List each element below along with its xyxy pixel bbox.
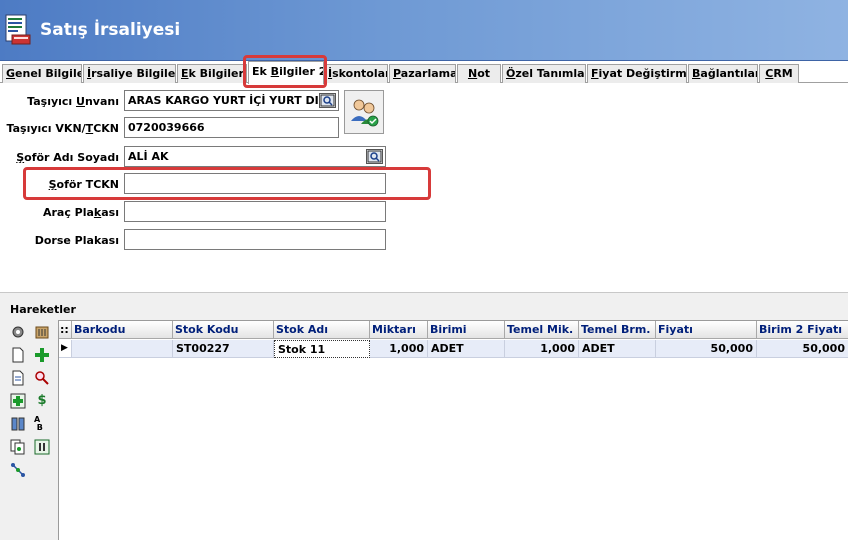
tab-label-post: skontolar <box>332 67 388 80</box>
tab-label-key: G <box>6 67 16 80</box>
split-icon[interactable] <box>10 462 26 478</box>
col-header-barkodu[interactable]: Barkodu <box>72 321 173 339</box>
driver-lookup-icon[interactable] <box>366 149 383 164</box>
panel-splitter[interactable] <box>0 292 848 300</box>
new-document-icon[interactable] <box>10 347 26 363</box>
dollar-icon[interactable]: $ <box>34 393 50 409</box>
tab-label-key: B <box>270 65 280 78</box>
copy-icon[interactable] <box>10 439 26 455</box>
label-key: Ş <box>16 151 25 164</box>
col-header-birimi[interactable]: Birimi <box>428 321 505 339</box>
invoice-app-icon <box>4 14 32 46</box>
driver-name-label: Şoför Adı Soyadı <box>16 151 119 164</box>
cell-temel-mik[interactable]: 1,000 <box>505 340 579 358</box>
label-post: oför TCKN <box>56 178 119 191</box>
tab-fiyat-degistirme[interactable]: Fiyat Değiştirme <box>587 64 687 83</box>
tab-label-post: rsaliye Bilgileri <box>91 67 176 80</box>
cell-temel-brm[interactable]: ADET <box>579 340 656 358</box>
label-post: ası <box>101 206 119 219</box>
edit-document-icon[interactable] <box>10 370 26 386</box>
carrier-vkn-field[interactable]: 0720039666 <box>124 117 339 138</box>
carrier-title-field[interactable]: ARAS KARGO YURT İÇİ YURT DIŞI <box>124 90 339 111</box>
tab-iskontolar[interactable]: İskontolar <box>324 64 388 83</box>
search-zoom-icon[interactable] <box>34 370 50 386</box>
cell-miktari[interactable]: 1,000 <box>370 340 428 358</box>
tab-label-post: k Bilgiler 1 <box>188 67 246 80</box>
col-header-stok-adi[interactable]: Stok Adı <box>274 321 370 339</box>
cell-stok-adi[interactable]: Stok 11 <box>274 340 370 358</box>
movements-grid[interactable]: :: Barkodu Stok Kodu Stok Adı Miktarı Bi… <box>58 320 848 540</box>
carrier-title-label: Taşıyıcı Unvanı <box>27 95 119 108</box>
vehicle-plate-label: Araç Plakası <box>43 206 119 219</box>
add-plus-icon[interactable] <box>34 347 50 363</box>
carrier-users-button[interactable] <box>344 90 384 134</box>
cell-barkodu[interactable] <box>72 340 173 358</box>
tab-label-post: azarlama <box>400 67 456 80</box>
tab-ozel-tanimlar[interactable]: Özel Tanımlar <box>502 64 586 83</box>
tab-label-post: enel Bilgiler <box>15 67 81 80</box>
driver-name-field[interactable]: ALİ AK <box>124 146 386 167</box>
row-indicator[interactable]: ▶ <box>59 340 72 358</box>
vehicle-plate-field[interactable] <box>124 201 386 222</box>
label-pre: Taşıyıcı <box>27 95 77 108</box>
label-post: CKN <box>93 122 119 135</box>
label-pre: Taşıyıcı VKN/ <box>6 122 86 135</box>
col-header-temel-mik[interactable]: Temel Mik. <box>505 321 579 339</box>
tab-label-post: iyat Değiştirme <box>598 67 687 80</box>
trailer-plate-label: Dorse Plakası <box>35 234 119 247</box>
tab-label-post: RM <box>773 67 793 80</box>
movements-title: Hareketler <box>10 303 76 316</box>
tab-label-post: ilgiler 2 <box>279 65 324 78</box>
col-header-miktari[interactable]: Miktarı <box>370 321 428 339</box>
col-header-birim-2-fiyati[interactable]: Birim 2 Fiyatı <box>757 321 848 339</box>
col-header-stok-kodu[interactable]: Stok Kodu <box>173 321 274 339</box>
label-post: nvanı <box>84 95 119 108</box>
tab-label-key: P <box>393 67 401 80</box>
tab-label-key: E <box>181 67 189 80</box>
tab-irsaliye-bilgileri[interactable]: İrsaliye Bilgileri <box>83 64 176 83</box>
label-key: U <box>76 95 85 108</box>
carrier-vkn-label: Taşıyıcı VKN/TCKN <box>7 122 119 135</box>
label-key: Ş <box>48 178 57 191</box>
tab-label-post: zel Tanımlar <box>515 67 586 80</box>
driver-tckn-field[interactable] <box>124 173 386 194</box>
tab-ek-bilgiler-2[interactable]: Ek Bilgiler 2 <box>248 61 324 84</box>
window-title: Satış İrsaliyesi <box>40 20 181 40</box>
users-icon <box>351 99 379 127</box>
tab-label-key: F <box>591 67 599 80</box>
pause-icon[interactable] <box>34 439 50 455</box>
columns-icon[interactable] <box>10 416 26 432</box>
tab-not[interactable]: Not <box>457 64 501 83</box>
tab-label-post: ot <box>477 67 491 80</box>
barcode-box-icon[interactable] <box>34 324 50 340</box>
driver-tckn-label: Şoför TCKN <box>49 178 119 191</box>
cell-birimi[interactable]: ADET <box>428 340 505 358</box>
tab-label-pre: Ek <box>252 65 271 78</box>
tab-genel-bilgiler[interactable]: Genel Bilgiler <box>2 64 82 83</box>
tab-strip: Genel Bilgiler İrsaliye Bilgileri Ek Bil… <box>0 61 848 84</box>
grid-corner[interactable]: :: <box>59 321 72 339</box>
spellcheck-icon[interactable]: A B <box>34 416 50 432</box>
col-header-temel-brm[interactable]: Temel Brm. <box>579 321 656 339</box>
tab-label-key: N <box>467 67 478 80</box>
label-post: oför Adı Soyadı <box>24 151 119 164</box>
cell-fiyati[interactable]: 50,000 <box>656 340 757 358</box>
cell-birim-2-fiyati[interactable]: 50,000 <box>757 340 848 358</box>
settings-gear-icon[interactable] <box>10 324 26 340</box>
add-green-icon[interactable] <box>10 393 26 409</box>
col-header-fiyati[interactable]: Fiyatı <box>656 321 757 339</box>
tab-crm[interactable]: CRM <box>759 64 799 83</box>
label-pre: Araç Pla <box>42 206 94 219</box>
label-pre: Dorse Plakası <box>34 234 119 247</box>
tab-baglantilar[interactable]: Bağlantılar <box>688 64 758 83</box>
tab-label-key: Ö <box>506 67 516 80</box>
carrier-lookup-icon[interactable] <box>319 93 336 108</box>
tab-label-post: ağlantılar <box>700 67 758 80</box>
tab-ek-bilgiler-1[interactable]: Ek Bilgiler 1 <box>177 64 247 83</box>
tab-pazarlama[interactable]: Pazarlama <box>389 64 456 83</box>
cell-stok-kodu[interactable]: ST00227 <box>173 340 274 358</box>
grid-toolbar: $ A B <box>6 320 56 540</box>
trailer-plate-field[interactable] <box>124 229 386 250</box>
